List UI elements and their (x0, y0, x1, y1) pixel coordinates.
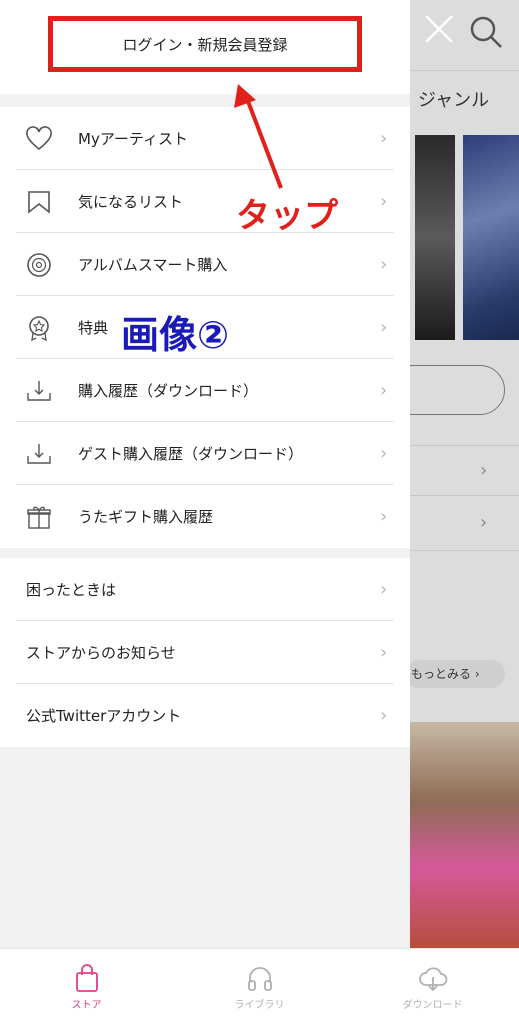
bookmark-icon (28, 190, 50, 214)
annotation-image-label: 画像② (121, 313, 230, 357)
chevron-right-icon: › (480, 512, 488, 533)
side-drawer: ログイン・新規会員登録 Myアーティスト › 気になるリスト › アルバムスマー… (0, 0, 410, 948)
menu-item-help[interactable]: 困ったときは › (0, 558, 410, 621)
support-section: 困ったときは › ストアからのお知らせ › 公式Twitterアカウント › (0, 558, 410, 747)
drawer-header: ログイン・新規会員登録 (0, 0, 410, 94)
disc-icon (27, 252, 51, 277)
tab-genre[interactable]: ジャンル (418, 86, 489, 112)
menu-item-label: 公式Twitterアカウント (26, 707, 182, 725)
chevron-right-icon: › (380, 705, 388, 726)
tab-store[interactable]: ストア (0, 949, 173, 1024)
bottom-tab-bar: ストア ライブラリ ダウンロード (0, 948, 519, 1024)
more-label: もっとみる (411, 667, 472, 681)
menu-item-watchlist[interactable]: 気になるリスト › (0, 170, 410, 233)
row-divider (410, 445, 519, 446)
menu-item-label: 購入履歴（ダウンロード） (78, 382, 259, 400)
menu-item-twitter[interactable]: 公式Twitterアカウント › (0, 684, 410, 747)
album-cover[interactable] (415, 135, 455, 340)
artist-photo[interactable] (410, 722, 519, 948)
more-button[interactable]: もっとみる › (405, 660, 505, 688)
tab-label: ストア (71, 999, 102, 1011)
menu-item-album-smart-purchase[interactable]: アルバムスマート購入 › (0, 233, 410, 296)
gift-icon (27, 506, 51, 529)
row-divider (410, 495, 519, 496)
menu-item-label: 困ったときは (26, 581, 117, 599)
menu-item-label: Myアーティスト (78, 130, 189, 148)
album-cover[interactable] (463, 135, 519, 340)
annotation-tap-label: タップ (236, 196, 338, 236)
chevron-right-icon: › (380, 254, 388, 275)
chevron-right-icon: › (480, 460, 488, 481)
chevron-right-icon: › (380, 506, 388, 527)
cloud-download-icon (418, 966, 447, 991)
chevron-right-icon: › (380, 128, 388, 149)
award-icon (29, 315, 49, 341)
login-register-label: ログイン・新規会員登録 (122, 35, 288, 54)
menu-item-purchase-history[interactable]: 購入履歴（ダウンロード） › (0, 359, 410, 422)
menu-item-label: ゲスト購入履歴（ダウンロード） (78, 445, 304, 463)
chevron-right-icon: › (380, 317, 388, 338)
tab-download[interactable]: ダウンロード (346, 949, 519, 1024)
chevron-right-icon: › (380, 191, 388, 212)
download-tray-icon (27, 380, 51, 401)
row-divider (410, 550, 519, 551)
menu-item-guest-purchase-history[interactable]: ゲスト購入履歴（ダウンロード） › (0, 422, 410, 485)
menu-item-label: ストアからのお知らせ (26, 644, 176, 662)
menu-item-store-news[interactable]: ストアからのお知らせ › (0, 621, 410, 684)
shopping-bag-icon (75, 963, 98, 992)
chevron-right-icon: › (380, 642, 388, 663)
tab-library[interactable]: ライブラリ (173, 949, 346, 1024)
menu-item-label: アルバムスマート購入 (78, 256, 228, 274)
menu-item-label: うたギフト購入履歴 (78, 508, 214, 526)
download-tray-icon (27, 443, 51, 464)
menu-item-my-artist[interactable]: Myアーティスト › (0, 107, 410, 170)
tab-divider (410, 70, 519, 71)
tab-label: ライブラリ (234, 999, 285, 1011)
headphones-icon (247, 966, 272, 991)
tab-label: ダウンロード (402, 999, 463, 1011)
close-icon[interactable] (422, 12, 456, 46)
chevron-right-icon: › (380, 579, 388, 600)
chevron-right-icon: › (380, 443, 388, 464)
menu-item-gift-history[interactable]: うたギフト購入履歴 › (0, 485, 410, 548)
login-register-button[interactable]: ログイン・新規会員登録 (48, 16, 362, 72)
search-icon[interactable] (468, 14, 504, 50)
heart-icon (26, 125, 52, 150)
chevron-right-icon: › (380, 380, 388, 401)
